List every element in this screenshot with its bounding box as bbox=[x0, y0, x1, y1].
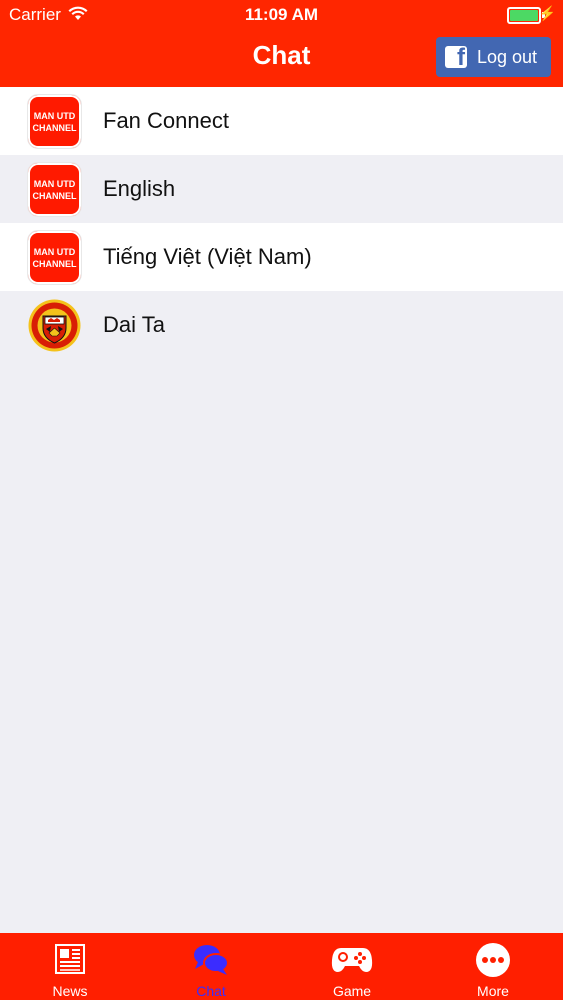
man-utd-channel-logo: MAN UTD CHANNEL bbox=[27, 162, 82, 217]
header: Carrier 11:09 AM ⚡ Chat f Log out bbox=[0, 0, 563, 87]
chat-room-label: Fan Connect bbox=[103, 108, 229, 133]
logo-text: MAN UTD bbox=[33, 246, 76, 257]
logo-text: CHANNEL bbox=[32, 190, 77, 201]
tab-label: More bbox=[477, 983, 509, 999]
chat-list: MAN UTD CHANNEL Fan Connect MAN UTD CHAN… bbox=[0, 87, 563, 359]
tab-news[interactable]: News bbox=[0, 933, 140, 1000]
tab-more[interactable]: More bbox=[423, 933, 563, 1000]
chat-room-label: Tiếng Việt (Việt Nam) bbox=[103, 244, 312, 269]
chat-room-dai-ta[interactable]: Dai Ta bbox=[0, 291, 563, 359]
chat-room-fan-connect[interactable]: MAN UTD CHANNEL Fan Connect bbox=[0, 87, 563, 155]
tab-bar: News Chat Game More bbox=[0, 933, 563, 1000]
clock: 11:09 AM bbox=[244, 5, 319, 24]
chat-room-label: Dai Ta bbox=[103, 312, 165, 337]
tab-chat[interactable]: Chat bbox=[141, 933, 281, 1000]
charging-icon: ⚡ bbox=[538, 5, 556, 21]
more-dots-icon bbox=[475, 942, 511, 983]
tab-label: Game bbox=[332, 983, 372, 999]
gamepad-icon bbox=[331, 942, 373, 981]
logo-text: CHANNEL bbox=[32, 258, 77, 269]
tab-label: News bbox=[52, 983, 88, 999]
manchester-united-crest-icon bbox=[27, 298, 82, 353]
chat-room-english[interactable]: MAN UTD CHANNEL English bbox=[0, 155, 563, 223]
status-bar: Carrier 11:09 AM ⚡ bbox=[0, 0, 563, 30]
man-utd-channel-logo: MAN UTD CHANNEL bbox=[27, 94, 82, 149]
tab-game[interactable]: Game bbox=[282, 933, 422, 1000]
logo-text: MAN UTD bbox=[33, 178, 76, 189]
chat-bubbles-icon bbox=[192, 942, 230, 981]
chat-room-label: English bbox=[103, 176, 176, 201]
facebook-icon: f bbox=[445, 46, 467, 68]
chat-room-vietnamese[interactable]: MAN UTD CHANNEL Tiếng Việt (Việt Nam) bbox=[0, 223, 563, 291]
logo-text: MAN UTD bbox=[33, 110, 76, 121]
logout-label: Log out bbox=[477, 46, 538, 67]
logo-text: CHANNEL bbox=[32, 122, 77, 133]
man-utd-channel-logo: MAN UTD CHANNEL bbox=[27, 230, 82, 285]
newspaper-icon bbox=[53, 942, 87, 981]
battery-icon bbox=[507, 7, 541, 24]
tab-label: Chat bbox=[196, 983, 226, 999]
facebook-logout-button[interactable]: f Log out bbox=[436, 37, 551, 77]
